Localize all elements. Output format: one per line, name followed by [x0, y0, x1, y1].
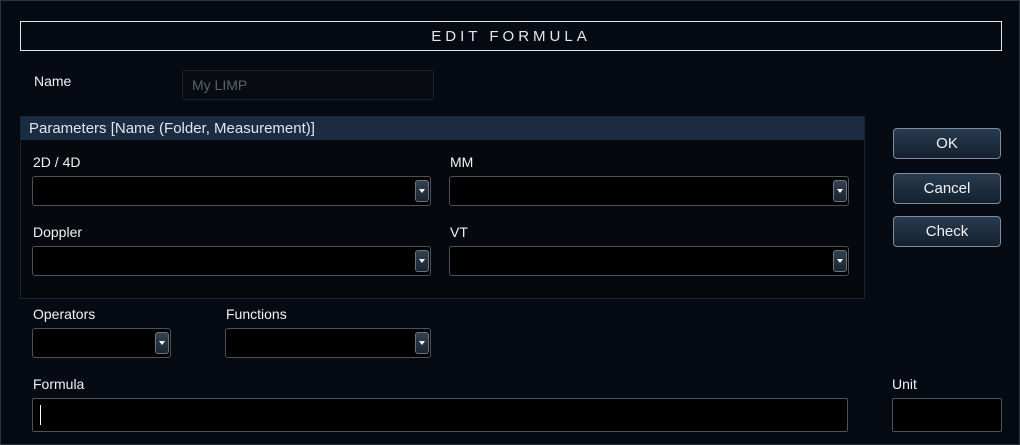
chevron-down-icon[interactable] [833, 250, 847, 272]
operators-label: Operators [33, 306, 96, 322]
name-label: Name [34, 73, 72, 89]
chevron-down-icon[interactable] [415, 250, 429, 272]
param-doppler-dropdown[interactable] [32, 246, 431, 276]
param-2d4d-label: 2D / 4D [33, 154, 81, 170]
ok-button[interactable]: OK [893, 128, 1001, 159]
param-vt-dropdown[interactable] [449, 246, 849, 276]
param-mm-label: MM [450, 154, 474, 170]
formula-input[interactable] [32, 398, 848, 432]
operators-dropdown[interactable] [32, 328, 171, 358]
check-button[interactable]: Check [893, 216, 1001, 247]
chevron-down-icon[interactable] [415, 332, 429, 354]
chevron-down-icon[interactable] [833, 180, 847, 202]
edit-formula-dialog: EDIT FORMULA Name My LIMP Parameters [Na… [0, 0, 1020, 445]
functions-dropdown[interactable] [225, 328, 431, 358]
formula-label: Formula [33, 376, 85, 392]
name-field[interactable]: My LIMP [182, 70, 434, 100]
chevron-down-icon[interactable] [155, 332, 169, 354]
functions-label: Functions [226, 306, 287, 322]
parameters-header: Parameters [Name (Folder, Measurement)] [21, 117, 864, 140]
param-vt-label: VT [450, 224, 468, 240]
param-2d4d-dropdown[interactable] [32, 176, 431, 206]
unit-label: Unit [892, 376, 917, 392]
chevron-down-icon[interactable] [415, 180, 429, 202]
unit-input[interactable] [892, 398, 1002, 432]
param-mm-dropdown[interactable] [449, 176, 849, 206]
param-doppler-label: Doppler [33, 224, 83, 240]
text-caret [40, 405, 41, 425]
cancel-button[interactable]: Cancel [893, 173, 1001, 204]
dialog-title: EDIT FORMULA [20, 21, 1002, 51]
